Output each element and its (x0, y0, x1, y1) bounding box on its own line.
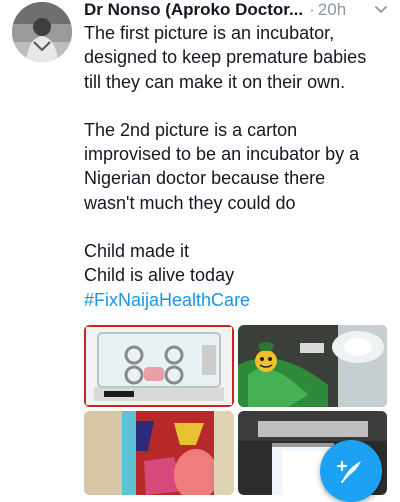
tweet-header: Dr Nonso (Aproko Doctor... · 20h (84, 0, 394, 20)
text-line: Child is alive today (84, 265, 235, 286)
text-line: The first picture is an incubator, (84, 23, 335, 43)
compose-tweet-button[interactable] (320, 440, 382, 502)
chevron-down-icon[interactable] (374, 4, 388, 16)
avatar[interactable] (12, 2, 72, 62)
text-line: Nigerian doctor because there (84, 168, 326, 189)
text-line: The 2nd picture is a carton (84, 119, 298, 140)
hashtag-link[interactable]: #FixNaijaHealthCare (84, 288, 394, 312)
tweet-timestamp[interactable]: 20h (318, 0, 346, 20)
carton-incubator-photo[interactable] (238, 325, 387, 407)
text-line: designed to keep premature babies (84, 47, 367, 68)
text-line: improvised to be an incubator by a (84, 144, 360, 165)
header-separator: · (309, 0, 315, 19)
compose-tweet-icon (336, 460, 361, 483)
text-line: Child made it (84, 241, 190, 262)
text-line: wasn't much they could do (84, 192, 296, 213)
author-name[interactable]: Dr Nonso (Aproko Doctor... (84, 0, 303, 20)
baby-blanket-photo[interactable] (84, 411, 234, 495)
incubator-photo[interactable] (84, 325, 234, 407)
tweet-text: The first picture is an incubator, desig… (84, 21, 394, 312)
text-line: till they can make it on their own. (84, 71, 346, 92)
